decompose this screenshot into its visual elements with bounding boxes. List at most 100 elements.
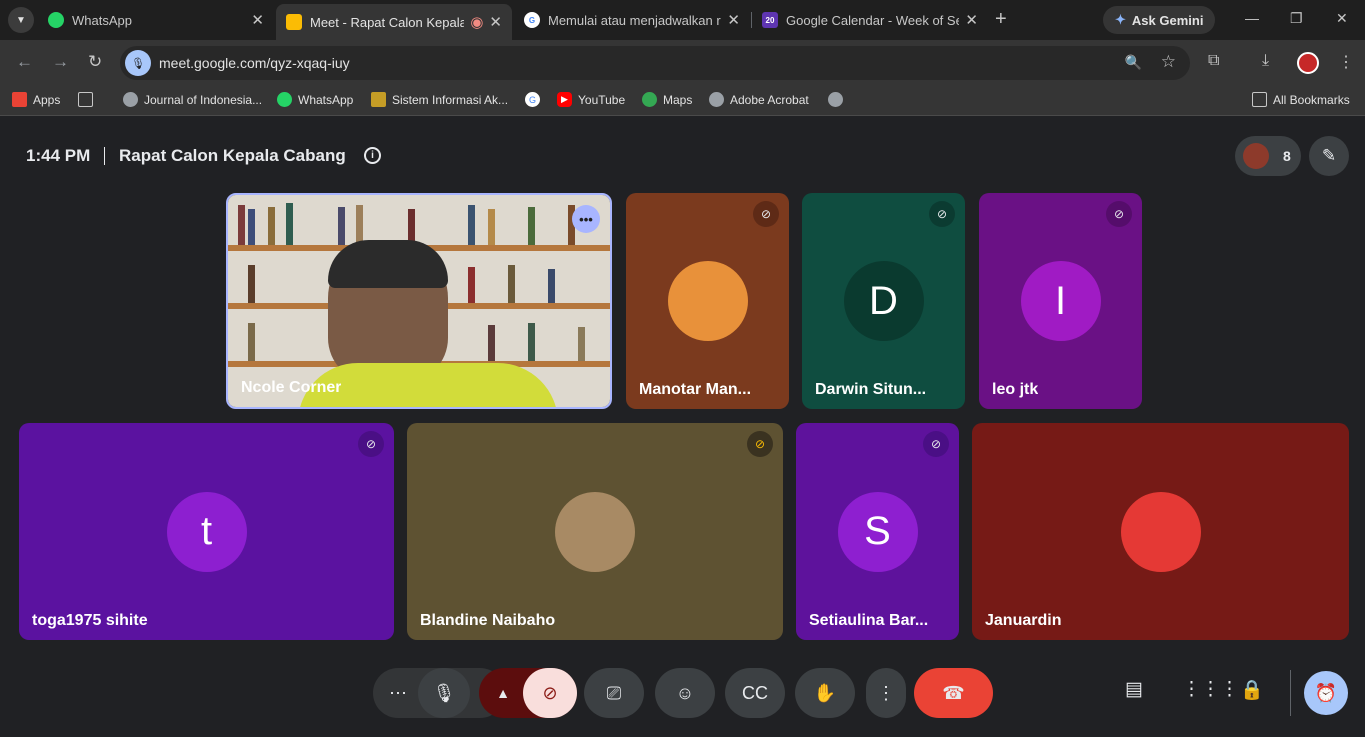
avatar — [667, 261, 748, 341]
tab-memulai[interactable]: G Memulai atau menjadwalkan ra ✕ — [514, 4, 750, 36]
bookmark-apps[interactable]: Apps — [12, 92, 60, 107]
bookmark-google[interactable]: G — [525, 92, 546, 107]
video-bookshelf-background — [228, 195, 610, 407]
bookmark-youtube[interactable]: ▶ YouTube — [557, 92, 625, 107]
mic-muted-icon: ⊘ — [929, 201, 955, 227]
participant-tile-januardin[interactable]: Januardin — [972, 423, 1349, 640]
browser-tab-strip: ▼ WhatsApp ✕ Meet - Rapat Calon Kepala ◉… — [0, 0, 1365, 40]
menu-icon[interactable]: ⋮ — [1338, 52, 1354, 72]
participant-tile-toga[interactable]: ⊘ t toga1975 sihite — [19, 423, 394, 640]
gemini-icon: ✦ — [1115, 12, 1126, 27]
mic-muted-icon: ⊘ — [747, 431, 773, 457]
timer-icon[interactable]: ⏰ — [1304, 671, 1348, 715]
all-bookmarks[interactable]: All Bookmarks — [1252, 92, 1350, 107]
participant-tile-manotar[interactable]: ⊘ Manotar Man... — [626, 193, 789, 409]
avatar: t — [166, 491, 247, 572]
mic-muted-icon: ⊘ — [753, 201, 779, 227]
participant-tile-leo[interactable]: ⊘ I leo jtk — [979, 193, 1142, 409]
youtube-icon: ▶ — [557, 92, 572, 107]
meet-icon — [286, 14, 302, 30]
leave-call-icon[interactable]: ☎ — [914, 668, 993, 718]
tab-whatsapp[interactable]: WhatsApp ✕ — [38, 4, 274, 36]
bookmarks-bar: Apps Journal of Indonesia... WhatsApp Si… — [0, 86, 1365, 116]
more-vert-icon[interactable]: ⋮ — [866, 668, 906, 718]
profile-avatar[interactable] — [1297, 52, 1319, 74]
bookmark-sistem-informasi[interactable]: Sistem Informasi Ak... — [371, 92, 508, 107]
globe-icon — [123, 92, 138, 107]
close-tab-icon[interactable]: ✕ — [251, 11, 264, 29]
new-tab-icon[interactable]: + — [995, 8, 1007, 31]
pen-icon[interactable]: ✎ — [1309, 136, 1349, 176]
host-lock-icon[interactable]: 🔒 — [1240, 678, 1264, 702]
globe-icon — [709, 92, 724, 107]
browser-toolbar: ← → ↻ 🎙 meet.google.com/qyz-xqaq-iuy 🔍 ☆… — [0, 40, 1365, 86]
participant-name: toga1975 sihite — [32, 612, 148, 629]
tile-more-options-icon[interactable]: ••• — [572, 205, 600, 233]
participant-name: Blandine Naibaho — [420, 612, 556, 629]
chevron-up-icon[interactable]: ▲ — [485, 675, 521, 711]
ask-gemini-button[interactable]: ✦ Ask Gemini — [1103, 6, 1216, 34]
download-icon[interactable]: ⤓ — [1262, 52, 1269, 70]
avatar — [1120, 491, 1201, 572]
participant-avatars — [1243, 143, 1269, 169]
participant-name: Januardin — [985, 612, 1062, 629]
recording-icon: ◉ — [470, 14, 484, 31]
restore-icon[interactable]: ❐ — [1290, 10, 1303, 27]
participant-name: Ncole Corner — [241, 379, 342, 396]
bookmark-star-icon[interactable]: ☆ — [1161, 52, 1176, 72]
tab-calendar[interactable]: 20 Google Calendar - Week of Sep ✕ — [752, 4, 988, 36]
bookmark-grid[interactable] — [78, 92, 99, 107]
globe-icon — [828, 92, 843, 107]
mic-muted-icon: ⊘ — [923, 431, 949, 457]
avatar: D — [843, 261, 924, 341]
grid-icon — [78, 92, 93, 107]
tab-search-button[interactable]: ▼ — [8, 7, 34, 33]
extensions-icon[interactable]: ⧉ — [1208, 52, 1219, 70]
bookmark-whatsapp[interactable]: WhatsApp — [277, 92, 353, 107]
bookmark-journal[interactable]: Journal of Indonesia... — [123, 92, 262, 107]
tab-meet[interactable]: Meet - Rapat Calon Kepala ◉ ✕ — [276, 4, 512, 40]
apps-grid-icon — [12, 92, 27, 107]
participant-name: Manotar Man... — [639, 381, 752, 398]
more-audio-options[interactable]: ⋯ — [380, 675, 416, 711]
address-bar[interactable]: 🎙 meet.google.com/qyz-xqaq-iuy 🔍 ☆ — [120, 46, 1190, 80]
site-info-icon[interactable]: 🎙 — [125, 50, 151, 76]
avatar: S — [837, 491, 918, 572]
microphone-icon[interactable]: 🎙 — [418, 668, 470, 718]
control-divider — [1290, 670, 1291, 716]
back-icon[interactable]: ← — [16, 52, 33, 72]
reload-icon[interactable]: ↻ — [88, 52, 102, 72]
participant-tile-ncole[interactable]: ••• Ncole Corner — [226, 193, 612, 409]
whatsapp-icon — [48, 12, 64, 28]
avatar — [555, 491, 635, 572]
close-tab-icon[interactable]: ✕ — [489, 13, 502, 31]
folder-icon — [1252, 92, 1267, 107]
site-icon — [371, 92, 386, 107]
info-icon[interactable]: i — [364, 147, 381, 164]
participant-tile-blandine[interactable]: ⊘ Blandine Naibaho — [407, 423, 783, 640]
raise-hand-icon[interactable]: ✋ — [795, 668, 855, 718]
participant-count: 8 — [1283, 148, 1291, 164]
participant-tile-darwin[interactable]: ⊘ D Darwin Situn... — [802, 193, 965, 409]
participant-tile-setiaulina[interactable]: ⊘ S Setiaulina Bar... — [796, 423, 959, 640]
captions-icon[interactable]: CC — [725, 668, 785, 718]
forward-icon[interactable]: → — [52, 52, 69, 72]
close-tab-icon[interactable]: ✕ — [727, 11, 740, 29]
close-tab-icon[interactable]: ✕ — [965, 11, 978, 29]
header-divider — [104, 147, 105, 165]
emoji-icon[interactable]: ☺ — [655, 668, 715, 718]
meet-stage: 1:44 PM Rapat Calon Kepala Cabang i 8 ✎ — [0, 120, 1365, 737]
chat-icon[interactable]: ▤ — [1125, 678, 1143, 701]
bookmark-maps[interactable]: Maps — [642, 92, 692, 107]
bookmark-adobe-acrobat[interactable]: Adobe Acrobat — [709, 92, 809, 107]
camera-off-icon[interactable]: ⊘ — [523, 668, 577, 718]
present-screen-icon[interactable]: ⎚ — [584, 668, 644, 718]
close-window-icon[interactable]: ✕ — [1336, 10, 1348, 27]
participants-button[interactable]: 8 — [1235, 136, 1301, 176]
participant-name: leo jtk — [992, 381, 1039, 398]
activities-icon[interactable]: ⋮⋮⋮ — [1182, 678, 1239, 701]
google-icon: G — [525, 92, 540, 107]
bookmark-globe[interactable] — [828, 92, 849, 107]
minimize-icon[interactable]: — — [1245, 10, 1259, 26]
zoom-icon[interactable]: 🔍 — [1125, 54, 1142, 71]
